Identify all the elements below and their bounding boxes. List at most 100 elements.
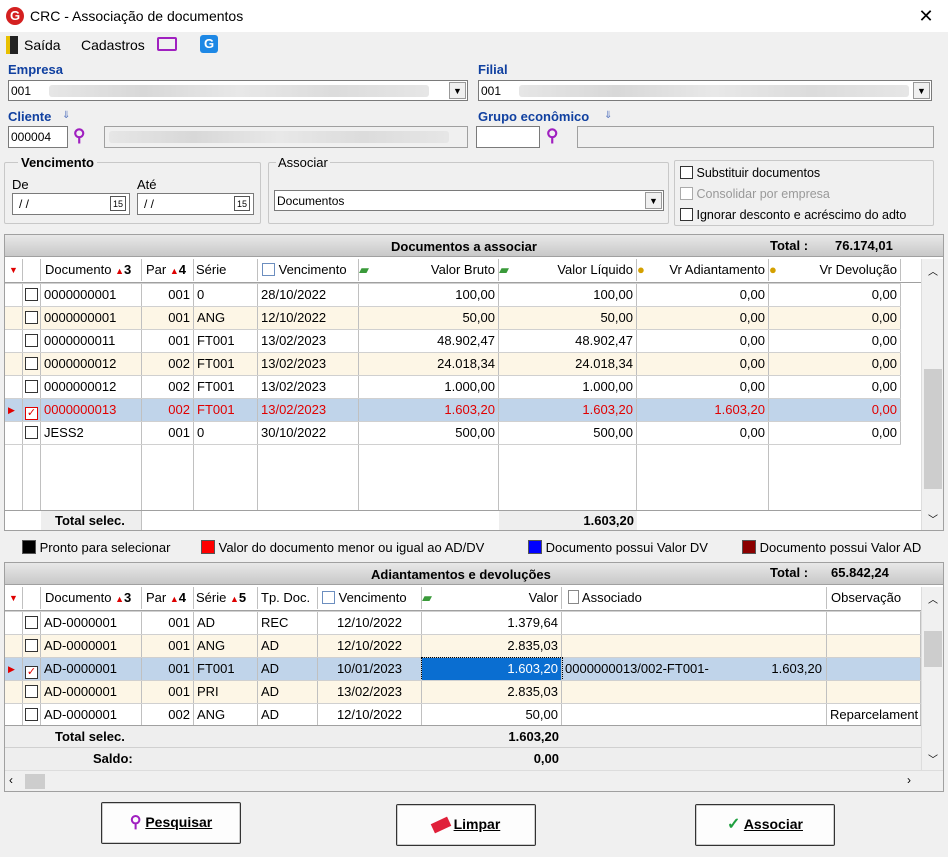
filial-select[interactable]: 001 ▼: [478, 80, 932, 101]
menu-saida[interactable]: Saída: [24, 37, 61, 53]
adv-row[interactable]: AD-0000001 001 AD REC 12/10/2022 1.379,64: [5, 611, 921, 634]
row-indicator-icon: [5, 284, 23, 306]
row-checkbox[interactable]: [23, 330, 41, 352]
opt-substituir[interactable]: Substituir documentos: [680, 166, 820, 180]
row-checkbox[interactable]: [23, 353, 41, 375]
opt-ignorar[interactable]: Ignorar desconto e acréscimo do adto: [680, 208, 906, 222]
cell-tp: AD: [258, 635, 318, 657]
exit-door-icon[interactable]: [6, 36, 18, 54]
col-serie[interactable]: Série ▲5: [194, 587, 258, 609]
calendar-icon[interactable]: 15: [234, 196, 250, 211]
ate-date-input[interactable]: / / 15: [137, 193, 254, 215]
money-icon: ▰: [422, 590, 432, 605]
de-date-input[interactable]: / / 15: [12, 193, 130, 215]
row-checkbox[interactable]: [23, 284, 41, 306]
pesquisar-button[interactable]: ⚲ Pesquisar: [101, 802, 241, 844]
adv-body: AD-0000001 001 AD REC 12/10/2022 1.379,64 AD-0…: [5, 611, 921, 726]
docs-header: ▼ Documento ▲3 Par ▲4 Série Vencimento ▰…: [5, 259, 921, 283]
row-checkbox[interactable]: [23, 681, 41, 703]
cell-serie: ANG: [194, 704, 258, 726]
menu-cadastros[interactable]: Cadastros: [81, 37, 145, 53]
cell-valor[interactable]: 2.835,03: [422, 635, 562, 657]
associar-label: Associar: [276, 155, 330, 170]
row-checkbox[interactable]: [23, 635, 41, 657]
row-checkbox[interactable]: [23, 376, 41, 398]
grupo-code-input[interactable]: [476, 126, 540, 148]
col-vr-devolucao[interactable]: ● Vr Devolução: [769, 259, 901, 281]
cell-bruto: 100,00: [359, 284, 499, 306]
col-vr-adiantamento[interactable]: ● Vr Adiantamento: [637, 259, 769, 281]
empresa-select[interactable]: 001 ▼: [8, 80, 468, 101]
cell-valor[interactable]: 1.379,64: [422, 612, 562, 634]
col-associado[interactable]: Associado: [562, 587, 827, 609]
adv-vscroll[interactable]: ︿ ﹀: [921, 587, 943, 770]
cell-valor[interactable]: 2.835,03: [422, 681, 562, 703]
chevron-down-icon[interactable]: ﹀: [928, 751, 938, 766]
chevron-up-icon[interactable]: ︿: [928, 591, 938, 606]
associar-button[interactable]: ✓ Associar: [695, 804, 835, 846]
row-checkbox[interactable]: [23, 704, 41, 726]
chevron-down-icon[interactable]: ▼: [913, 82, 930, 99]
scroll-thumb[interactable]: [924, 631, 942, 667]
chevron-left-icon[interactable]: ‹: [9, 773, 13, 787]
docs-row[interactable]: 0000000001 001 0 28/10/2022 100,00 100,00 0,00…: [5, 283, 901, 306]
close-icon[interactable]: ✕: [914, 4, 938, 28]
limpar-button[interactable]: Limpar: [396, 804, 536, 846]
col-valor-bruto[interactable]: ▰ Valor Bruto: [359, 259, 499, 281]
docs-row[interactable]: 0000000012 002 FT001 13/02/2023 24.018,34 24.…: [5, 352, 901, 375]
adv-row[interactable]: ▶ ✓ AD-0000001 001 FT001 AD 10/01/2023 1.603,20…: [5, 657, 921, 681]
col-valor[interactable]: ▰ Valor: [422, 587, 562, 609]
cliente-code-input[interactable]: 000004: [8, 126, 68, 148]
chevron-down-icon[interactable]: ▼: [449, 82, 466, 99]
scroll-thumb[interactable]: [924, 369, 942, 489]
associar-select[interactable]: Documentos ▼: [274, 190, 664, 211]
adv-row[interactable]: AD-0000001 001 ANG AD 12/10/2022 2.835,03: [5, 634, 921, 657]
col-serie[interactable]: Série: [194, 259, 258, 281]
calendar-icon[interactable]: 15: [110, 196, 126, 211]
row-checkbox[interactable]: ✓: [23, 399, 41, 421]
monitor-icon[interactable]: [157, 37, 177, 51]
col-par[interactable]: Par ▲4: [142, 587, 194, 609]
col-par[interactable]: Par ▲4: [142, 259, 194, 281]
assoc-text: 0000000013/002-FT001-: [565, 661, 709, 676]
chevron-up-icon[interactable]: ︿: [928, 263, 938, 278]
cell-venc: 13/02/2023: [318, 681, 422, 703]
col-tp-doc[interactable]: Tp. Doc.: [258, 587, 318, 609]
adv-row[interactable]: AD-0000001 001 PRI AD 13/02/2023 2.835,03: [5, 680, 921, 703]
cell-dev: 0,00: [769, 399, 901, 421]
ate-label: Até: [137, 177, 157, 192]
search-icon[interactable]: ⚲: [73, 126, 93, 146]
col-observacao[interactable]: Observação: [827, 587, 921, 609]
col-vencimento[interactable]: Vencimento: [258, 259, 359, 281]
chevron-right-icon[interactable]: ›: [907, 773, 911, 787]
select-all-icon[interactable]: ▼: [5, 587, 23, 609]
cell-par: 002: [142, 704, 194, 726]
docs-row[interactable]: 0000000001 001 ANG 12/10/2022 50,00 50,00 0,00…: [5, 306, 901, 329]
cell-valor[interactable]: 50,00: [422, 704, 562, 726]
search-icon[interactable]: ⚲: [546, 126, 566, 146]
adv-hscroll[interactable]: ‹ ›: [5, 770, 943, 791]
docs-title: Documentos a associar: [391, 239, 537, 254]
docs-row[interactable]: JESS2 001 0 30/10/2022 500,00 500,00 0,00 0,00: [5, 421, 901, 444]
docs-row[interactable]: 0000000011 001 FT001 13/02/2023 48.902,47 48.…: [5, 329, 901, 352]
row-checkbox[interactable]: [23, 422, 41, 444]
cell-liq: 24.018,34: [499, 353, 637, 375]
cell-valor[interactable]: 1.603,20: [421, 657, 563, 681]
hscroll-thumb[interactable]: [25, 774, 45, 789]
money-icon: ▰: [359, 262, 369, 277]
adv-row[interactable]: AD-0000001 002 ANG AD 12/10/2022 50,00 Reparce…: [5, 703, 921, 726]
g-app-icon[interactable]: G: [200, 35, 218, 53]
col-documento[interactable]: Documento ▲3: [41, 259, 142, 281]
col-valor-liquido[interactable]: ▰ Valor Líquido: [499, 259, 637, 281]
docs-row[interactable]: 0000000012 002 FT001 13/02/2023 1.000,00 1.00…: [5, 375, 901, 398]
row-checkbox[interactable]: [23, 307, 41, 329]
chevron-down-icon[interactable]: ▼: [645, 192, 662, 209]
select-all-icon[interactable]: ▼: [5, 259, 23, 281]
row-checkbox[interactable]: [23, 612, 41, 634]
chevron-down-icon[interactable]: ﹀: [928, 511, 938, 526]
row-checkbox[interactable]: ✓: [23, 658, 41, 680]
col-vencimento[interactable]: Vencimento: [318, 587, 422, 609]
docs-vscroll[interactable]: ︿ ﹀: [921, 259, 943, 530]
docs-row[interactable]: ▶ ✓ 0000000013 002 FT001 13/02/2023 1.603,20 1.…: [5, 398, 901, 421]
col-documento[interactable]: Documento ▲3: [41, 587, 142, 609]
